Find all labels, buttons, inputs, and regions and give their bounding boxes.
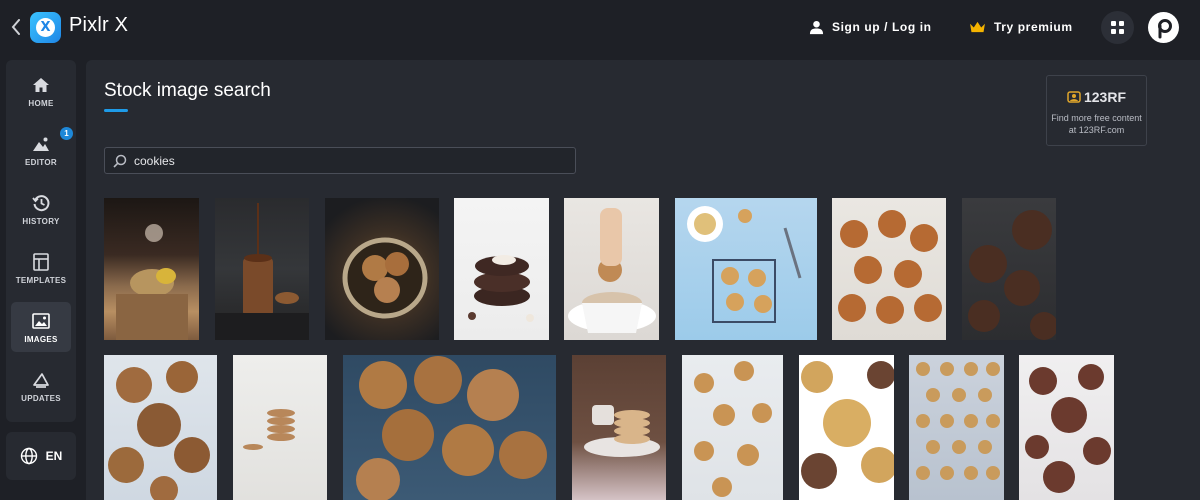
- stock-image-thumbnail[interactable]: [215, 198, 309, 340]
- history-icon: [31, 193, 51, 213]
- page-title: Stock image search: [104, 80, 271, 101]
- app-title: Pixlr X: [69, 14, 129, 36]
- apps-grid-button[interactable]: [1101, 11, 1134, 44]
- editor-icon: [31, 134, 51, 154]
- sidebar-item-history[interactable]: HISTORY: [11, 184, 71, 234]
- search-box[interactable]: [104, 147, 576, 174]
- sidebar-label: TEMPLATES: [15, 275, 67, 285]
- search-input[interactable]: [134, 153, 554, 168]
- signup-label: Sign up / Log in: [832, 20, 932, 34]
- stock-image-thumbnail[interactable]: [909, 355, 1004, 500]
- language-label: EN: [45, 449, 63, 463]
- 123rf-logo-icon: [1067, 91, 1081, 103]
- stock-image-thumbnail[interactable]: [104, 198, 199, 340]
- stock-image-thumbnail[interactable]: [682, 355, 783, 500]
- sidebar-item-home[interactable]: HOME: [11, 66, 71, 116]
- sidebar-label: IMAGES: [24, 334, 58, 344]
- main-panel: Stock image search 123RF Find more free …: [86, 60, 1200, 500]
- stock-image-thumbnail[interactable]: [675, 198, 817, 340]
- premium-label: Try premium: [994, 20, 1073, 34]
- sidebar: HOME EDITOR 1 HISTORY TEMPLATES IMAGES U…: [6, 60, 76, 422]
- search-icon: [113, 154, 127, 168]
- images-icon: [31, 311, 51, 331]
- crown-icon: [970, 21, 985, 32]
- signup-login-button[interactable]: Sign up / Log in: [809, 17, 932, 37]
- megaphone-icon: [31, 370, 51, 390]
- globe-icon: [20, 447, 37, 465]
- stock-image-thumbnail[interactable]: [564, 198, 659, 340]
- stock-image-thumbnail[interactable]: [325, 198, 439, 340]
- grid-icon: [1111, 21, 1124, 34]
- stock-image-thumbnail[interactable]: [832, 198, 946, 340]
- promo-text: Find more free content at 123RF.com: [1051, 112, 1142, 136]
- pixlr-logo-icon[interactable]: X: [30, 12, 61, 43]
- back-arrow-icon[interactable]: [8, 16, 24, 38]
- stock-image-thumbnail[interactable]: [799, 355, 894, 500]
- stock-image-thumbnail[interactable]: [962, 198, 1056, 340]
- stock-image-thumbnail[interactable]: [1019, 355, 1114, 500]
- pixlr-profile-icon[interactable]: [1148, 12, 1179, 43]
- top-bar: X Pixlr X Sign up / Log in Try premium: [0, 0, 1200, 54]
- sidebar-item-updates[interactable]: UPDATES: [11, 361, 71, 411]
- sidebar-label: UPDATES: [21, 393, 61, 403]
- sidebar-item-images[interactable]: IMAGES: [11, 302, 71, 352]
- 123rf-brand-label: 123RF: [1083, 89, 1127, 105]
- home-icon: [31, 75, 51, 95]
- stock-image-thumbnail[interactable]: [233, 355, 327, 500]
- user-icon: [809, 20, 824, 34]
- stock-image-thumbnail[interactable]: [572, 355, 666, 500]
- language-selector[interactable]: EN: [6, 432, 76, 480]
- stock-image-thumbnail[interactable]: [454, 198, 549, 340]
- templates-icon: [31, 252, 51, 272]
- sidebar-label: HISTORY: [22, 216, 60, 226]
- promo-text-line: Find more free content: [1051, 113, 1142, 123]
- title-underline: [104, 109, 128, 112]
- 123rf-brand: 123RF: [1067, 89, 1126, 105]
- sidebar-label: HOME: [28, 98, 54, 108]
- 123rf-promo-card[interactable]: 123RF Find more free content at 123RF.co…: [1046, 75, 1147, 146]
- try-premium-button[interactable]: Try premium: [969, 17, 1073, 37]
- sidebar-label: EDITOR: [25, 157, 57, 167]
- stock-image-thumbnail[interactable]: [343, 355, 556, 500]
- stock-image-thumbnail[interactable]: [104, 355, 217, 500]
- notification-badge: 1: [60, 127, 73, 140]
- sidebar-item-templates[interactable]: TEMPLATES: [11, 243, 71, 293]
- sidebar-item-editor[interactable]: EDITOR 1: [11, 125, 73, 175]
- promo-text-line: at 123RF.com: [1068, 125, 1125, 135]
